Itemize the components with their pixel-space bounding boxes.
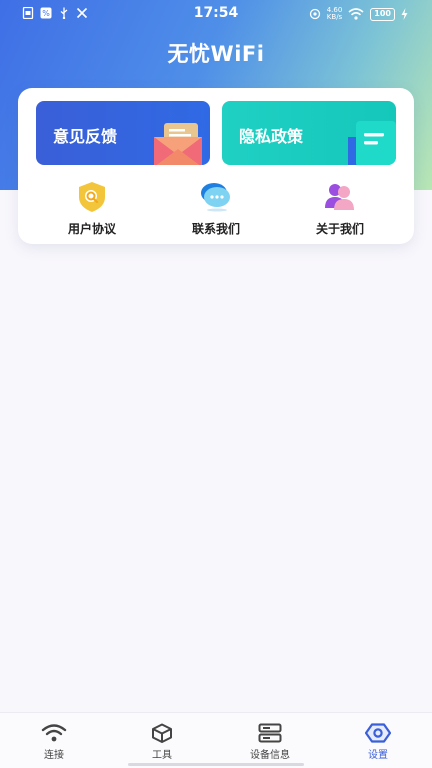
device-icon xyxy=(258,723,282,743)
location-icon xyxy=(309,8,320,20)
user-agreement-shortcut[interactable]: 用户协议 xyxy=(42,180,142,237)
document-icon xyxy=(348,121,396,165)
people-icon xyxy=(325,184,354,210)
nav-connect-label: 连接 xyxy=(44,750,64,761)
settings-icon xyxy=(365,723,391,743)
envelope-icon xyxy=(154,123,202,165)
feedback-tile[interactable]: 意见反馈 xyxy=(36,101,210,165)
status-bar: % 17:54 4.60 KB/s 100 xyxy=(0,0,432,28)
app-title: 无忧WiFi xyxy=(167,42,265,66)
battery-indicator: 100 xyxy=(370,7,395,21)
bottom-navigation: 连接 工具 设备信息 设置 xyxy=(0,712,432,768)
nav-tools-label: 工具 xyxy=(152,750,172,761)
user-agreement-label: 用户协议 xyxy=(67,222,116,236)
quick-actions-card: 意见反馈 隐私政策 用户协议 联系我们 关于我们 xyxy=(18,88,414,244)
chat-bubbles-icon xyxy=(201,183,230,212)
nav-device-info[interactable]: 设备信息 xyxy=(230,723,310,761)
feedback-label: 意见反馈 xyxy=(53,127,118,146)
cube-icon xyxy=(152,723,172,743)
charging-icon xyxy=(401,8,408,20)
nav-connect[interactable]: 连接 xyxy=(14,723,94,761)
nav-tools[interactable]: 工具 xyxy=(122,723,202,761)
home-indicator[interactable] xyxy=(128,763,304,766)
wifi-icon xyxy=(41,724,67,742)
shield-search-icon xyxy=(79,182,105,212)
network-speed: 4.60 KB/s xyxy=(327,7,343,21)
contact-us-label: 联系我们 xyxy=(191,222,240,236)
nav-settings[interactable]: 设置 xyxy=(338,723,418,761)
contact-us-shortcut[interactable]: 联系我们 xyxy=(166,180,266,237)
wifi-signal-icon xyxy=(348,8,364,20)
status-system-icons: 4.60 KB/s 100 xyxy=(309,7,408,21)
privacy-label: 隐私政策 xyxy=(239,127,304,146)
about-us-label: 关于我们 xyxy=(315,222,364,236)
nav-settings-label: 设置 xyxy=(368,750,388,761)
network-speed-unit: KB/s xyxy=(326,13,343,21)
about-us-shortcut[interactable]: 关于我们 xyxy=(290,180,390,237)
nav-device-info-label: 设备信息 xyxy=(250,750,290,761)
privacy-tile[interactable]: 隐私政策 xyxy=(222,101,396,165)
